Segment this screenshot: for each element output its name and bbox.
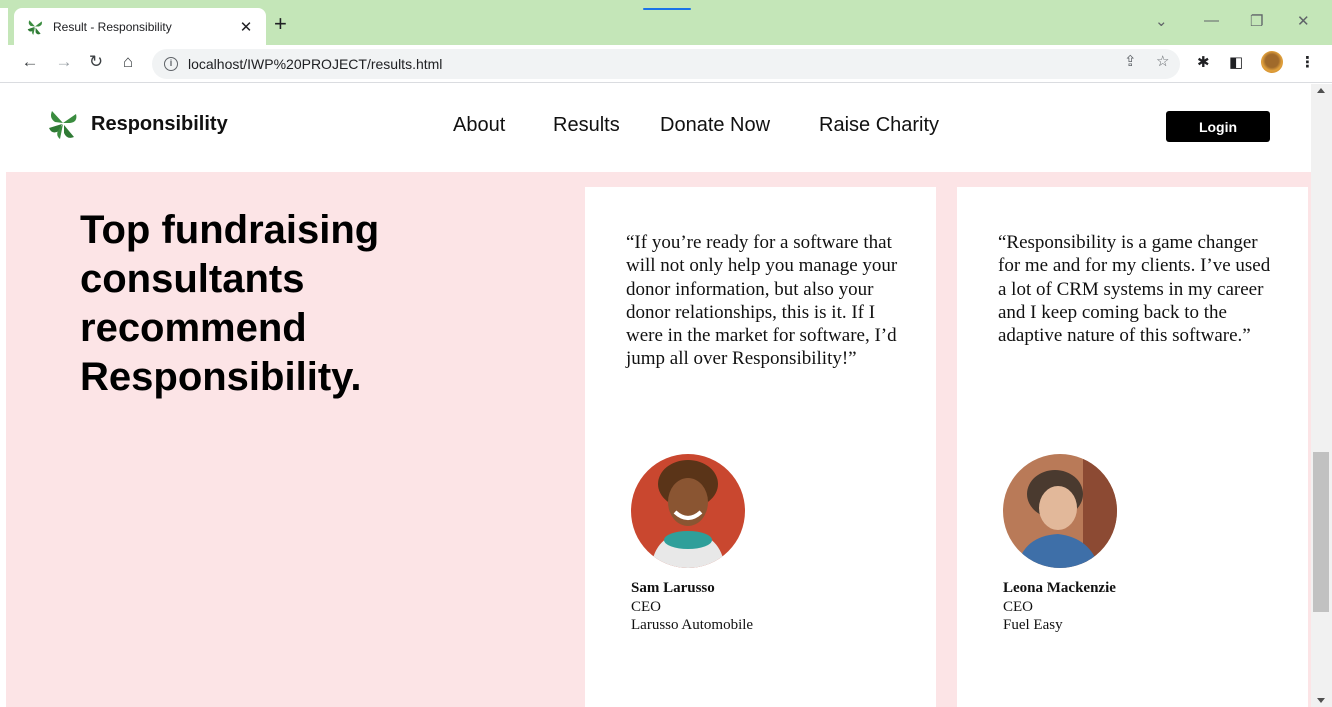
- browser-tabstrip: Result - Responsibility ✕ + ⌄ — ❐ ✕: [0, 0, 1332, 45]
- address-bar[interactable]: i localhost/IWP%20PROJECT/results.html: [152, 49, 1180, 79]
- info-icon[interactable]: i: [164, 57, 178, 71]
- site-header: Responsibility About Results Donate Now …: [0, 84, 1311, 172]
- testimonials-section: Top fundraising consultants recommend Re…: [6, 172, 1311, 707]
- page-scrollbar[interactable]: [1311, 84, 1332, 707]
- minimize-icon[interactable]: —: [1204, 12, 1219, 29]
- testimonial-quote: “If you’re ready for a software that wil…: [626, 232, 898, 370]
- testimonial-card: “If you’re ready for a software that wil…: [585, 187, 936, 707]
- star-logo-icon: [27, 19, 42, 35]
- person-name: Sam Larusso: [631, 580, 715, 596]
- tab-close-icon[interactable]: ✕: [236, 18, 256, 36]
- person-role: CEO: [631, 598, 661, 615]
- star-logo-icon[interactable]: [47, 108, 79, 140]
- browser-toolbar: ← → ↻ ⌂ i localhost/IWP%20PROJECT/result…: [0, 45, 1332, 83]
- avatar: [1003, 454, 1117, 568]
- scroll-down-icon[interactable]: [1317, 698, 1325, 703]
- star-icon[interactable]: ☆: [1156, 52, 1169, 70]
- menu-icon[interactable]: ⋮: [1300, 53, 1315, 71]
- tabstrip-edge: [0, 8, 8, 45]
- nav-donate-now[interactable]: Donate Now: [660, 114, 770, 137]
- nav-raise-charity[interactable]: Raise Charity: [819, 114, 939, 137]
- person-company: Larusso Automobile: [631, 617, 754, 633]
- person-info: Sam Larusso CEO Larusso Automobile: [631, 579, 753, 635]
- web-page: Responsibility About Results Donate Now …: [0, 84, 1311, 707]
- testimonial-card: “Responsibility is a game changer for me…: [957, 187, 1308, 707]
- tab-search-indicator: [643, 8, 691, 10]
- forward-arrow-icon[interactable]: →: [52, 52, 76, 72]
- nav-results[interactable]: Results: [553, 114, 620, 137]
- person-role: CEO: [1003, 598, 1033, 615]
- avatar: [631, 454, 745, 568]
- new-tab-icon[interactable]: +: [274, 13, 287, 35]
- person-info: Leona Mackenzie CEO Fuel Easy: [1003, 579, 1116, 635]
- back-arrow-icon[interactable]: ←: [18, 52, 42, 72]
- scroll-up-icon[interactable]: [1317, 88, 1325, 93]
- side-panel-icon[interactable]: ◧: [1229, 53, 1243, 71]
- scrollbar-thumb[interactable]: [1313, 452, 1329, 612]
- person-company: Fuel Easy: [1003, 617, 1063, 633]
- close-window-icon[interactable]: ✕: [1297, 12, 1310, 30]
- home-icon[interactable]: ⌂: [116, 52, 140, 72]
- testimonial-quote: “Responsibility is a game changer for me…: [998, 232, 1271, 347]
- tab-search-icon[interactable]: ⌄: [1155, 12, 1168, 30]
- restore-icon[interactable]: ❐: [1250, 12, 1263, 30]
- browser-tab[interactable]: Result - Responsibility ✕: [14, 8, 266, 45]
- url-text: localhost/IWP%20PROJECT/results.html: [188, 56, 443, 72]
- share-icon[interactable]: ⇪: [1124, 52, 1137, 70]
- section-headline: Top fundraising consultants recommend Re…: [80, 208, 380, 399]
- nav-about[interactable]: About: [453, 114, 505, 137]
- extensions-icon[interactable]: ✱: [1197, 53, 1210, 71]
- profile-avatar[interactable]: [1261, 51, 1283, 73]
- person-name: Leona Mackenzie: [1003, 580, 1116, 596]
- login-button[interactable]: Login: [1166, 111, 1270, 142]
- tab-title: Result - Responsibility: [53, 19, 172, 34]
- reload-icon[interactable]: ↻: [84, 52, 108, 72]
- brand-name[interactable]: Responsibility: [91, 113, 228, 136]
